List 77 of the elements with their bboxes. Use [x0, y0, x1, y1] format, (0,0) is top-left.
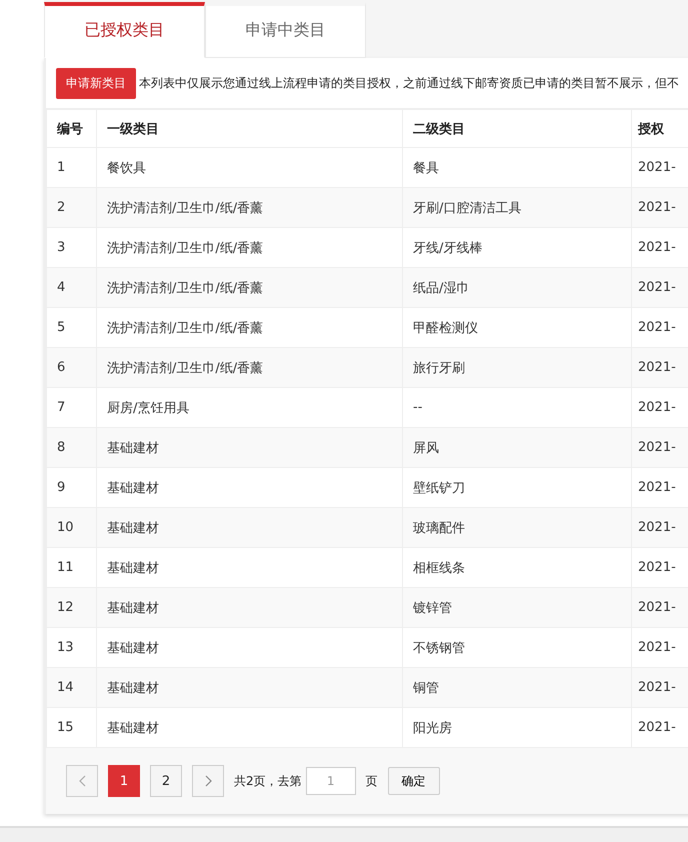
table-cell: 2021-	[632, 388, 688, 428]
table-cell: 7	[46, 388, 96, 428]
table-cell: 基础建材	[96, 428, 402, 468]
table-cell: 相框线条	[402, 548, 632, 588]
table-cell: 牙线/牙线棒	[402, 228, 632, 268]
table-cell: 13	[46, 628, 96, 668]
apply-new-category-button[interactable]: 申请新类目	[56, 68, 136, 98]
notice-text: 本列表中仅展示您通过线上流程申请的类目授权，之前通过线下邮寄资质已申请的类目暂不展示，但不	[139, 74, 679, 92]
previous-page-button[interactable]	[66, 765, 98, 797]
table-cell: 厨房/烹饪用具	[96, 388, 402, 428]
table-cell: 11	[46, 548, 96, 588]
table-cell: 5	[46, 308, 96, 348]
table-cell: 基础建材	[96, 628, 402, 668]
table-cell: 2021-	[632, 348, 688, 388]
table-cell: 基础建材	[96, 668, 402, 708]
table-cell: 镀锌管	[402, 588, 632, 628]
table-cell: 2021-	[632, 148, 688, 188]
table-cell: 2021-	[632, 628, 688, 668]
table-cell: 纸品/湿巾	[402, 268, 632, 308]
page-button[interactable]: 1	[108, 765, 140, 797]
table-cell: 2	[46, 188, 96, 228]
table-cell: 14	[46, 668, 96, 708]
table-cell: 4	[46, 268, 96, 308]
table-cell: 基础建材	[96, 508, 402, 548]
table-cell: 1	[46, 148, 96, 188]
column-header: 一级类目	[96, 110, 402, 148]
table-cell: 2021-	[632, 508, 688, 548]
table-cell: 3	[46, 228, 96, 268]
table-cell: 10	[46, 508, 96, 548]
table-cell: 洗护清洁剂/卫生巾/纸/香薰	[96, 308, 402, 348]
table-cell: 2021-	[632, 188, 688, 228]
table-cell: 8	[46, 428, 96, 468]
total-pages-text: 共2页，去第	[234, 772, 302, 790]
tab[interactable]: 申请中类目	[205, 2, 366, 58]
table-cell: 洗护清洁剂/卫生巾/纸/香薰	[96, 348, 402, 388]
table-cell: --	[402, 388, 632, 428]
table-cell: 2021-	[632, 308, 688, 348]
table-cell: 基础建材	[96, 468, 402, 508]
table-cell: 餐具	[402, 148, 632, 188]
table-cell: 基础建材	[96, 548, 402, 588]
table-cell: 屏风	[402, 428, 632, 468]
table-cell: 基础建材	[96, 588, 402, 628]
table-cell: 2021-	[632, 548, 688, 588]
table-cell: 2021-	[632, 428, 688, 468]
table-cell: 旅行牙刷	[402, 348, 632, 388]
table-cell: 12	[46, 588, 96, 628]
column-header: 编号	[46, 110, 96, 148]
table-cell: 9	[46, 468, 96, 508]
table-cell: 洗护清洁剂/卫生巾/纸/香薰	[96, 188, 402, 228]
tab[interactable]: 已授权类目	[44, 2, 205, 58]
table-cell: 2021-	[632, 268, 688, 308]
table-cell: 2021-	[632, 228, 688, 268]
table-cell: 2021-	[632, 588, 688, 628]
chevron-left-icon	[78, 775, 86, 787]
table-cell: 不锈钢管	[402, 628, 632, 668]
table-cell: 牙刷/口腔清洁工具	[402, 188, 632, 228]
table-cell: 铜管	[402, 668, 632, 708]
table-cell: 基础建材	[96, 708, 402, 748]
table-cell: 玻璃配件	[402, 508, 632, 548]
table-cell: 甲醛检测仪	[402, 308, 632, 348]
table-cell: 2021-	[632, 668, 688, 708]
table-cell: 6	[46, 348, 96, 388]
chevron-right-icon	[204, 775, 212, 787]
table-cell: 阳光房	[402, 708, 632, 748]
table-cell: 洗护清洁剂/卫生巾/纸/香薰	[96, 268, 402, 308]
table-cell: 2021-	[632, 468, 688, 508]
column-header: 授权	[632, 110, 688, 148]
confirm-button[interactable]: 确定	[388, 767, 440, 795]
page-button[interactable]: 2	[150, 765, 182, 797]
column-header: 二级类目	[402, 110, 632, 148]
table-cell: 2021-	[632, 708, 688, 748]
table-cell: 15	[46, 708, 96, 748]
page-suffix-text: 页	[366, 772, 378, 790]
table-cell: 壁纸铲刀	[402, 468, 632, 508]
table-cell: 洗护清洁剂/卫生巾/纸/香薰	[96, 228, 402, 268]
table-cell: 餐饮具	[96, 148, 402, 188]
next-page-button[interactable]	[192, 765, 224, 797]
